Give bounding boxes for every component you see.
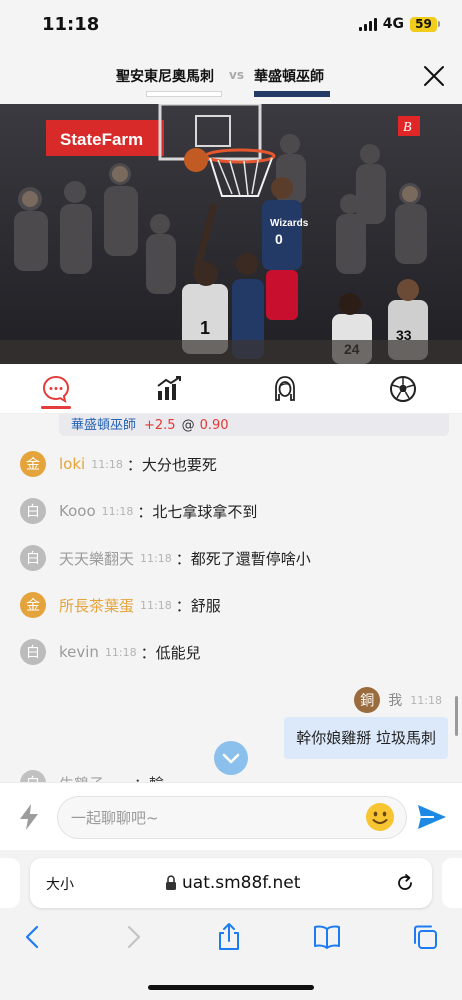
own-message-bubble: 幹你娘雞掰 垃圾馬刺 bbox=[284, 717, 448, 759]
home-team-name: 聖安東尼奧馬刺 bbox=[116, 69, 214, 85]
status-bar: 11:18 4G 59 bbox=[0, 0, 462, 52]
message-username[interactable]: 所長茶葉蛋 bbox=[59, 595, 134, 616]
back-icon[interactable] bbox=[18, 922, 48, 952]
bet-odds: 0.90 bbox=[199, 418, 229, 433]
active-tab-indicator bbox=[41, 406, 71, 409]
chat-messages[interactable]: 華盛頓巫師 +2.5 @0.90 金 loki 11:18 ：大分也要死 白 Koo… bbox=[0, 414, 462, 782]
live-video-player[interactable]: StateFarm B Wizards 0 1 33 bbox=[0, 104, 462, 364]
chat-message: 白 kevin 11:18 ：低能兒 bbox=[20, 639, 201, 665]
match-header: 聖安東尼奧馬刺 vs 華盛頓巫師 bbox=[0, 52, 462, 104]
girl-avatar-icon[interactable] bbox=[270, 374, 300, 404]
lightning-icon[interactable] bbox=[18, 803, 40, 831]
basketball-game-frame: StateFarm B Wizards 0 1 33 bbox=[0, 104, 462, 364]
message-composer bbox=[0, 782, 462, 850]
away-team-color-bar bbox=[254, 91, 330, 97]
close-icon[interactable] bbox=[422, 64, 446, 88]
own-username: 我 bbox=[388, 693, 403, 709]
bet-info: 華盛頓巫師 +2.5 @0.90 bbox=[71, 414, 229, 433]
level-badge: 白 bbox=[20, 639, 46, 665]
message-text: ：輸 bbox=[134, 773, 164, 783]
message-time: 11:18 bbox=[101, 504, 134, 518]
chat-message: 白 Kooo 11:18 ：北七拿球拿不到 bbox=[20, 498, 257, 524]
scroll-to-bottom-button[interactable] bbox=[214, 741, 248, 775]
app-root: 11:18 4G 59 聖安東尼奧馬刺 vs 華盛頓巫師 StateFarm B… bbox=[0, 0, 462, 1000]
browser-toolbar: 大小 uat.sm88f.net bbox=[0, 850, 462, 1000]
level-badge: 銅 bbox=[354, 687, 381, 713]
bookmarks-icon[interactable] bbox=[312, 922, 342, 952]
svg-text:StateFarm: StateFarm bbox=[60, 130, 143, 149]
message-username[interactable]: 牛鶴子 bbox=[59, 773, 104, 783]
message-time: 11:18 bbox=[104, 645, 137, 659]
home-indicator bbox=[148, 985, 314, 990]
away-team-name: 華盛頓巫師 bbox=[254, 69, 324, 85]
message-username[interactable]: kevin bbox=[59, 643, 99, 661]
level-badge: 白 bbox=[20, 545, 46, 571]
chat-message: 白 牛鶴子 ：輸 bbox=[20, 770, 164, 782]
chat-icon[interactable] bbox=[41, 374, 71, 404]
own-message-time: 11:18 bbox=[410, 693, 442, 707]
message-time: 11:18 bbox=[140, 551, 172, 565]
signal-icon bbox=[358, 17, 377, 31]
level-badge: 金 bbox=[20, 592, 46, 618]
message-text: ：低能兒 bbox=[140, 643, 201, 662]
message-username[interactable]: 天天樂翻天 bbox=[59, 548, 134, 569]
message-username[interactable]: loki bbox=[59, 455, 85, 473]
chat-message: 金 loki 11:18 ：大分也要死 bbox=[20, 451, 217, 477]
message-text: ：都死了還暫停啥小 bbox=[175, 549, 311, 568]
svg-text:Wizards: Wizards bbox=[270, 218, 309, 229]
previous-tab-preview[interactable] bbox=[0, 858, 20, 908]
message-text: ：大分也要死 bbox=[126, 455, 217, 474]
network-label: 4G bbox=[382, 16, 404, 32]
tabs-icon[interactable] bbox=[410, 922, 440, 952]
message-text: ：舒服 bbox=[175, 596, 221, 615]
own-message-header: 銅 我 11:18 bbox=[354, 687, 442, 713]
lock-icon bbox=[166, 875, 176, 890]
send-icon[interactable] bbox=[416, 803, 448, 831]
level-badge: 金 bbox=[20, 451, 46, 477]
chevron-down-icon bbox=[222, 753, 240, 764]
message-time: 11:18 bbox=[91, 457, 123, 471]
battery-icon: 59 bbox=[410, 16, 440, 32]
vs-label: vs bbox=[229, 68, 244, 82]
next-tab-preview[interactable] bbox=[442, 858, 462, 908]
bet-line: +2.5 bbox=[144, 418, 176, 433]
text-size-button[interactable]: 大小 bbox=[46, 874, 74, 894]
battery-level: 59 bbox=[410, 16, 437, 32]
svg-text:B: B bbox=[403, 120, 412, 135]
svg-text:1: 1 bbox=[200, 318, 210, 338]
bet-info-card[interactable]: 華盛頓巫師 +2.5 @0.90 bbox=[59, 414, 449, 436]
svg-text:0: 0 bbox=[275, 231, 283, 247]
chat-input[interactable] bbox=[57, 796, 407, 839]
address-bar[interactable]: 大小 uat.sm88f.net bbox=[30, 858, 432, 908]
chat-message: 白 天天樂翻天 11:18 ：都死了還暫停啥小 bbox=[20, 545, 311, 571]
share-icon[interactable] bbox=[214, 922, 244, 952]
status-indicators: 4G 59 bbox=[358, 16, 440, 32]
forward-icon[interactable] bbox=[118, 922, 148, 952]
tab-bar bbox=[0, 364, 462, 414]
level-badge: 白 bbox=[20, 498, 46, 524]
soccer-ball-icon[interactable] bbox=[388, 374, 418, 404]
status-time: 11:18 bbox=[42, 14, 100, 35]
message-text: ：北七拿球拿不到 bbox=[137, 502, 258, 521]
level-badge: 白 bbox=[20, 770, 46, 782]
reload-icon[interactable] bbox=[394, 872, 416, 894]
home-team-color-bar bbox=[146, 91, 222, 97]
bet-team: 華盛頓巫師 bbox=[71, 418, 137, 433]
chat-scrollbar[interactable] bbox=[455, 696, 458, 736]
stats-chart-icon[interactable] bbox=[154, 374, 184, 404]
message-time: 11:18 bbox=[140, 598, 172, 612]
message-username[interactable]: Kooo bbox=[59, 502, 96, 520]
bet-at: @ bbox=[181, 418, 195, 433]
url-text[interactable]: uat.sm88f.net bbox=[182, 873, 300, 893]
emoji-icon[interactable] bbox=[364, 801, 396, 833]
chat-message: 金 所長茶葉蛋 11:18 ：舒服 bbox=[20, 592, 221, 618]
